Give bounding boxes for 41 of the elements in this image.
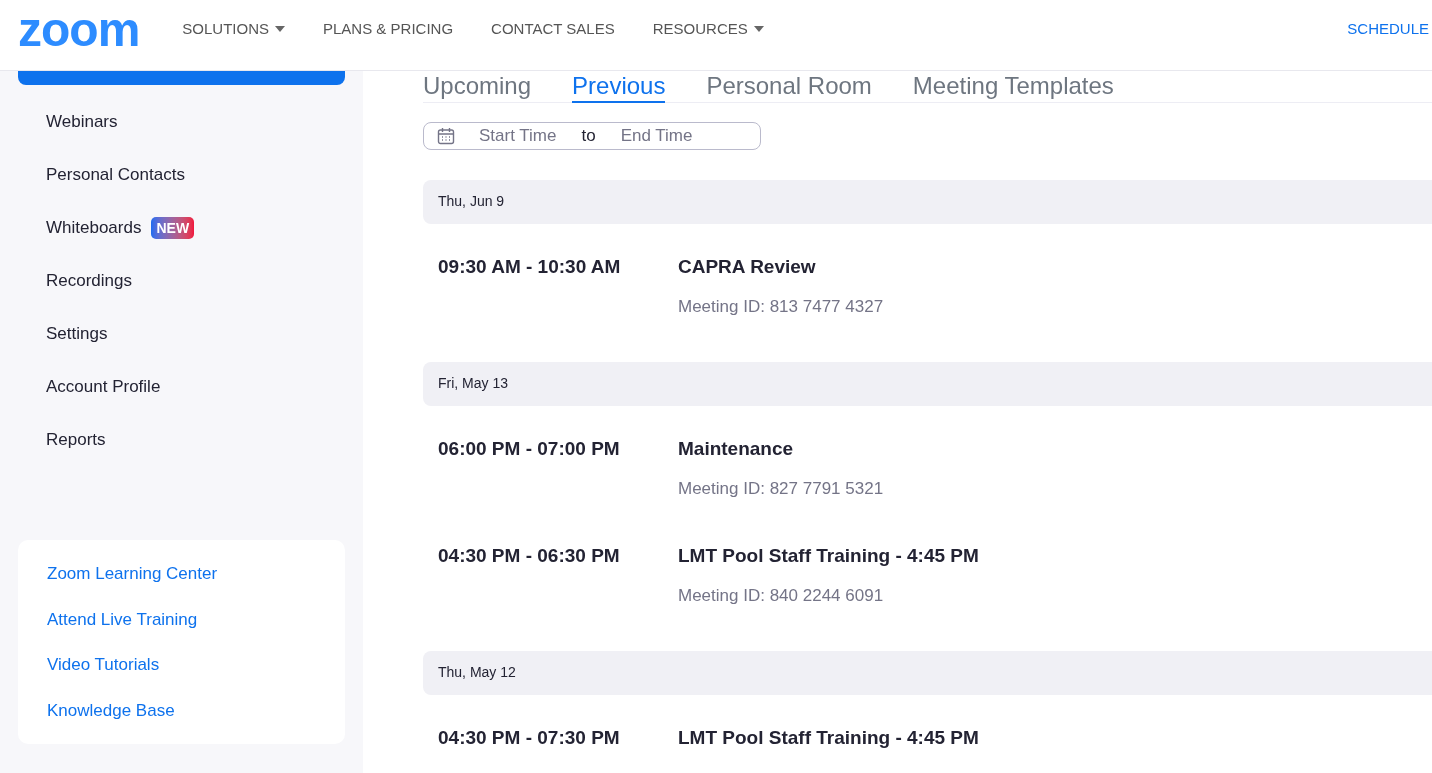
date-group-header: Thu, Jun 9 (423, 179, 1432, 224)
meeting-id: Meeting ID: 840 2244 6091 (678, 584, 885, 607)
calendar-icon (437, 126, 455, 145)
meeting-time: 04:30 PM - 07:30 PM (437, 725, 621, 750)
tab[interactable]: Meeting Templates (912, 71, 1114, 103)
nav-link[interactable]: PLANS & PRICING (323, 17, 454, 41)
tab[interactable]: Personal Room (706, 71, 872, 103)
date-group-header: Thu, May 12 (423, 650, 1432, 695)
meeting-time: 09:30 AM - 10:30 AM (437, 254, 622, 279)
meeting-topic[interactable]: LMT Pool Staff Training - 4:45 PM (678, 542, 979, 569)
sidebar-item[interactable]: Account Profile (18, 365, 345, 409)
learning-link[interactable]: Video Tutorials (47, 652, 160, 678)
meeting-id: Meeting ID: 827 7791 5321 (678, 477, 884, 500)
sidebar-item[interactable]: Webinars (18, 100, 345, 144)
sidebar-item[interactable]: Personal Contacts (18, 153, 345, 197)
tab[interactable]: Upcoming (423, 71, 532, 103)
tab[interactable]: Previous (572, 71, 666, 103)
sidebar-item[interactable]: Settings (18, 312, 345, 356)
date-group-header: Fri, May 13 (423, 361, 1432, 406)
start-time-placeholder: Start Time (479, 125, 557, 147)
meeting-time: 06:00 PM - 07:00 PM (437, 436, 621, 461)
nav-link[interactable]: CONTACT SALES (491, 17, 615, 41)
end-time-placeholder: End Time (620, 125, 693, 147)
sidebar-item[interactable]: Recordings (18, 259, 345, 303)
sidebar-item[interactable]: Reports (18, 418, 345, 462)
date-range-field[interactable]: Start Time to End Time (423, 122, 761, 150)
nav-link[interactable]: RESOURCES (652, 17, 764, 41)
meeting-topic[interactable]: LMT Pool Staff Training - 4:45 PM (678, 724, 979, 751)
meeting-time: 04:30 PM - 06:30 PM (437, 543, 621, 568)
schedule-link[interactable]: SCHEDULE (1347, 17, 1429, 41)
new-badge: NEW (151, 217, 195, 239)
selected-sidebar-item[interactable] (18, 71, 345, 85)
learning-link[interactable]: Knowledge Base (47, 697, 175, 723)
sidebar-item[interactable]: Whiteboards NEW (18, 206, 345, 250)
meeting-topic[interactable]: CAPRA Review (678, 253, 816, 280)
nav-link[interactable]: SOLUTIONS (182, 17, 285, 41)
learning-link[interactable]: Attend Live Training (47, 606, 198, 632)
range-separator: to (581, 125, 596, 147)
meeting-topic[interactable]: Maintenance (678, 435, 794, 462)
learning-link[interactable]: Zoom Learning Center (47, 561, 218, 587)
meeting-id: Meeting ID: 813 7477 4327 (678, 295, 884, 318)
